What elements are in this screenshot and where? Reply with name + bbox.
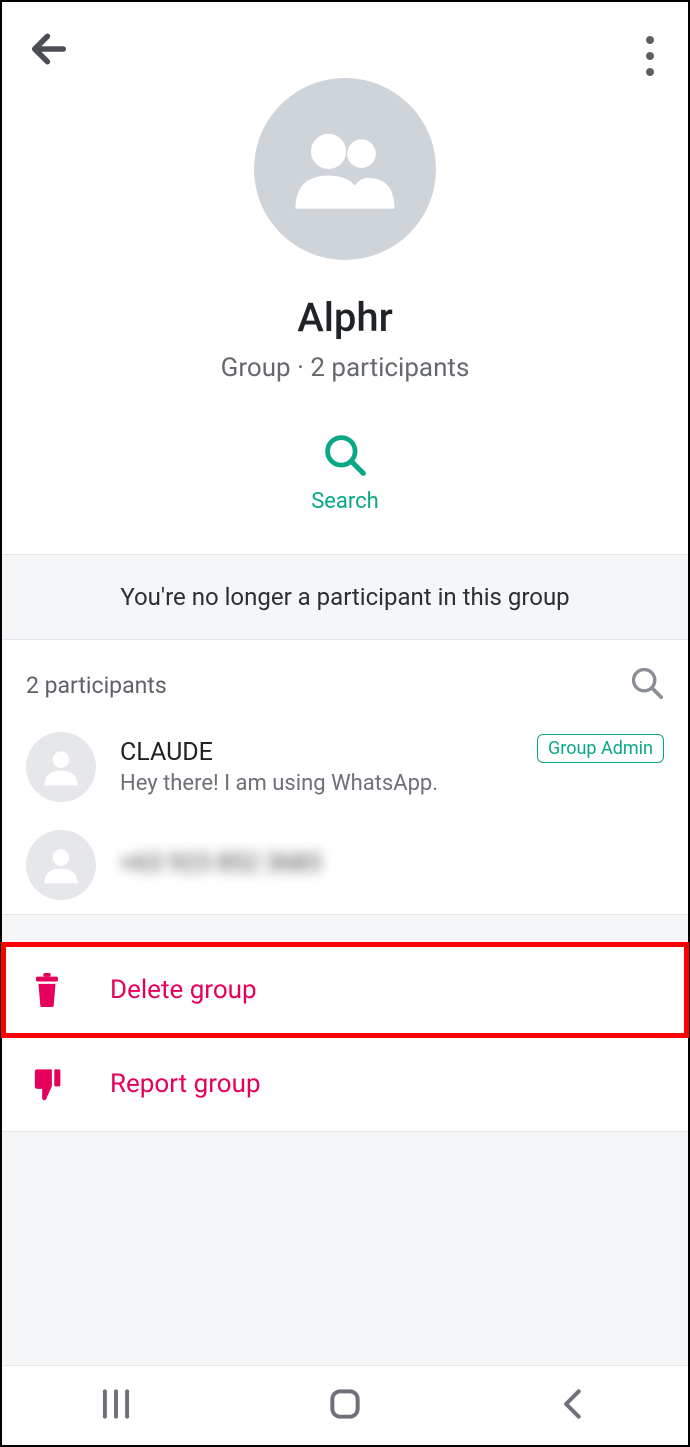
person-icon	[39, 745, 83, 789]
back-button[interactable]	[30, 30, 68, 72]
search-participants-button[interactable]	[630, 666, 664, 704]
participant-row[interactable]: CLAUDE Hey there! I am using WhatsApp. G…	[2, 718, 688, 816]
participation-notice: You're no longer a participant in this g…	[2, 554, 688, 639]
section-divider	[2, 914, 688, 942]
dots-vertical-icon	[646, 36, 654, 44]
group-title: Alphr	[297, 294, 393, 341]
home-button[interactable]	[296, 1375, 394, 1437]
admin-badge: Group Admin	[537, 734, 664, 763]
chevron-left-icon	[555, 1385, 593, 1423]
participants-count: 2 participants	[26, 672, 167, 699]
participant-status: Hey there! I am using WhatsApp.	[120, 771, 513, 796]
group-subtitle: Group · 2 participants	[221, 353, 470, 383]
search-icon	[630, 666, 664, 700]
group-avatar[interactable]	[254, 78, 436, 260]
avatar	[26, 732, 96, 802]
avatar	[26, 830, 96, 900]
person-icon	[39, 843, 83, 887]
empty-area	[2, 1132, 688, 1365]
group-icon	[290, 125, 400, 213]
arrow-left-icon	[30, 30, 68, 68]
thumbs-down-icon	[32, 1067, 62, 1101]
nav-back-button[interactable]	[525, 1375, 623, 1437]
home-icon	[326, 1385, 364, 1423]
delete-group-button[interactable]: Delete group	[2, 943, 688, 1037]
action-label: Report group	[110, 1069, 261, 1099]
participant-name: CLAUDE	[120, 738, 513, 767]
more-menu-button[interactable]	[640, 30, 660, 82]
search-action[interactable]: Search	[311, 433, 379, 514]
recents-icon	[97, 1385, 135, 1423]
system-navbar	[2, 1365, 688, 1445]
participant-row[interactable]: +63 923 852 3683	[2, 816, 688, 914]
search-label: Search	[311, 489, 379, 514]
recents-button[interactable]	[67, 1375, 165, 1437]
search-icon	[323, 433, 367, 477]
action-label: Delete group	[110, 975, 257, 1005]
trash-icon	[32, 973, 62, 1007]
participant-name: +63 923 852 3683	[120, 849, 664, 878]
report-group-button[interactable]: Report group	[2, 1037, 688, 1131]
